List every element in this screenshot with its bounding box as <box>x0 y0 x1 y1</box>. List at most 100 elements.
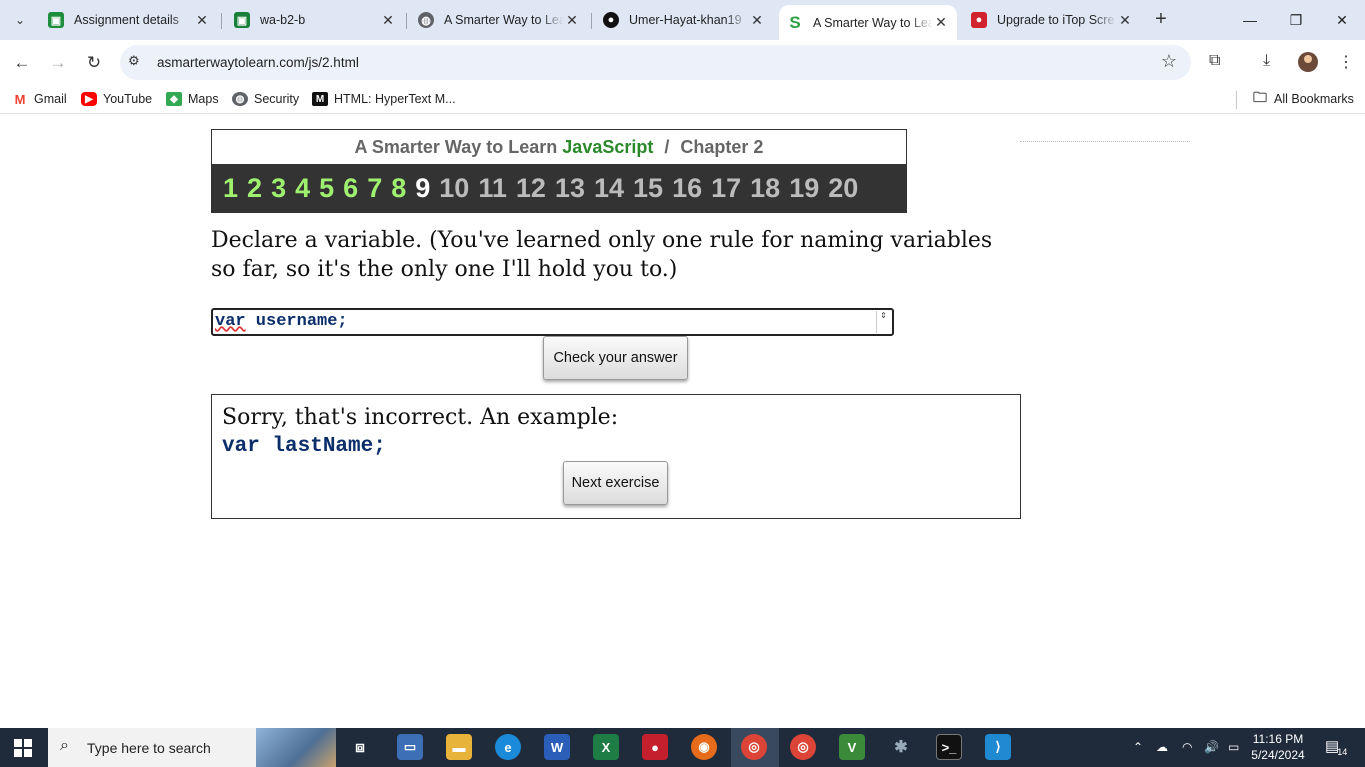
taskbar-search[interactable]: ⌕ Type here to search <box>48 728 336 767</box>
maps-icon: ◆ <box>166 92 182 106</box>
recorder-icon[interactable]: ● <box>642 734 668 760</box>
tray-chevron-icon[interactable]: ⌃ <box>1133 740 1143 754</box>
search-placeholder: Type here to search <box>87 740 211 756</box>
address-bar[interactable]: ⚙ asmarterwaytolearn.com/js/2.html ☆ <box>120 45 1191 80</box>
exercise-link-7[interactable]: 7 <box>367 173 382 204</box>
reload-icon[interactable]: ↻ <box>81 50 107 76</box>
volume-icon[interactable]: 🔊 <box>1204 740 1219 754</box>
exercise-link-4[interactable]: 4 <box>295 173 310 204</box>
minimize-icon[interactable]: — <box>1227 0 1273 40</box>
bookmark-mdn[interactable]: M HTML: HyperText M... <box>312 92 456 106</box>
tab-search-chevron-icon[interactable]: ⌄ <box>7 7 33 33</box>
resize-grip-icon[interactable]: ⇕ <box>876 311 890 333</box>
tab-divider <box>406 13 407 29</box>
windows-start-icon[interactable] <box>14 739 32 757</box>
site-info-icon[interactable]: ⚙ <box>128 53 140 69</box>
answer-textarea[interactable]: var username; ⇕ <box>211 308 894 336</box>
new-tab-button[interactable]: + <box>1150 9 1172 31</box>
chapter-header: A Smarter Way to Learn JavaScript / Chap… <box>211 129 907 213</box>
github-icon: ● <box>603 12 619 28</box>
battery-icon[interactable]: ▭ <box>1228 740 1239 754</box>
exercise-link-17[interactable]: 17 <box>711 173 741 204</box>
url-text[interactable]: asmarterwaytolearn.com/js/2.html <box>157 55 359 70</box>
file-explorer-icon[interactable]: ▭ <box>397 734 423 760</box>
forward-icon[interactable]: → <box>45 50 71 76</box>
tab-github[interactable]: ● Umer-Hayat-khan19 ✕ <box>595 6 773 34</box>
restore-icon[interactable]: ❐ <box>1273 0 1319 40</box>
exercise-link-12[interactable]: 12 <box>516 173 546 204</box>
close-icon[interactable]: ✕ <box>194 12 210 29</box>
chrome-profile-icon[interactable]: ◎ <box>790 734 816 760</box>
tab-smarter-way-1[interactable]: ◍ A Smarter Way to Lea ✕ <box>410 6 588 34</box>
task-view-icon[interactable]: ⧈ <box>347 734 373 760</box>
bookmark-star-icon[interactable]: ☆ <box>1161 51 1177 72</box>
title-prefix: A Smarter Way to Learn <box>354 137 558 157</box>
spider-icon[interactable]: ✱ <box>888 734 914 760</box>
exercise-link-11[interactable]: 11 <box>478 173 507 204</box>
chrome-icon[interactable]: ◎ <box>741 734 767 760</box>
notification-icon[interactable]: ▤14 <box>1325 737 1349 757</box>
exercise-link-18[interactable]: 18 <box>750 173 780 204</box>
next-exercise-button[interactable]: Next exercise <box>563 461 668 505</box>
search-highlight-image <box>256 728 336 767</box>
tab-assignment-details[interactable]: ▣ Assignment details ✕ <box>40 6 218 34</box>
extensions-icon[interactable]: ⧉ <box>1209 52 1220 70</box>
exercise-link-9[interactable]: 9 <box>415 173 430 204</box>
tab-smarter-way-active[interactable]: S A Smarter Way to Lea ✕ <box>779 5 957 40</box>
bookmark-label: HTML: HyperText M... <box>334 92 456 106</box>
close-window-icon[interactable]: ✕ <box>1319 0 1365 40</box>
result-message: Sorry, that's incorrect. An example: <box>222 405 619 430</box>
profile-avatar[interactable] <box>1298 52 1318 72</box>
bookmark-security[interactable]: ◍ Security <box>232 92 299 106</box>
exercise-link-8[interactable]: 8 <box>391 173 406 204</box>
close-icon[interactable]: ✕ <box>564 12 580 29</box>
exercise-link-19[interactable]: 19 <box>789 173 819 204</box>
search-icon: ⌕ <box>60 737 69 754</box>
system-clock[interactable]: 11:16 PM 5/24/2024 <box>1248 731 1308 763</box>
wifi-icon[interactable]: ◠ <box>1182 740 1192 754</box>
tab-wa-b2-b[interactable]: ▣ wa-b2-b ✕ <box>226 6 404 34</box>
answer-value[interactable]: var username; <box>215 312 348 331</box>
globe-icon: ◍ <box>418 12 434 28</box>
classroom-icon: ▣ <box>234 12 250 28</box>
folder-icon[interactable]: ▬ <box>446 734 472 760</box>
exercise-link-2[interactable]: 2 <box>247 173 262 204</box>
title-javascript: JavaScript <box>562 137 654 157</box>
exercise-link-10[interactable]: 10 <box>439 173 469 204</box>
word-icon[interactable]: W <box>544 734 570 760</box>
terminal-icon[interactable]: >_ <box>936 734 962 760</box>
excel-icon[interactable]: X <box>593 734 619 760</box>
download-icon[interactable]: ⤓ <box>1263 52 1270 70</box>
exercise-link-13[interactable]: 13 <box>555 173 585 204</box>
exercise-link-6[interactable]: 6 <box>343 173 358 204</box>
close-icon[interactable]: ✕ <box>933 14 949 31</box>
all-bookmarks[interactable]: 🗀 All Bookmarks <box>1252 89 1354 106</box>
bookmark-divider <box>1236 91 1237 109</box>
bookmarks-bar: M Gmail ▶ YouTube ◆ Maps ◍ Security M HT… <box>0 86 1365 114</box>
close-icon[interactable]: ✕ <box>380 12 396 29</box>
onedrive-icon[interactable]: ☁ <box>1156 740 1168 754</box>
exercise-link-20[interactable]: 20 <box>828 173 858 204</box>
close-icon[interactable]: ✕ <box>749 12 765 29</box>
close-icon[interactable]: ✕ <box>1117 12 1133 29</box>
firefox-icon[interactable]: ◉ <box>691 734 717 760</box>
back-icon[interactable]: ← <box>9 50 35 76</box>
exercise-link-3[interactable]: 3 <box>271 173 286 204</box>
exercise-link-16[interactable]: 16 <box>672 173 702 204</box>
check-answer-button[interactable]: Check your answer <box>543 336 688 380</box>
bookmark-maps[interactable]: ◆ Maps <box>166 92 219 106</box>
exercise-link-15[interactable]: 15 <box>633 173 663 204</box>
vscode-icon[interactable]: ⟩ <box>985 734 1011 760</box>
edge-icon[interactable]: e <box>495 734 521 760</box>
dotted-line <box>1020 141 1190 147</box>
bookmark-gmail[interactable]: M Gmail <box>12 92 67 107</box>
exercise-link-1[interactable]: 1 <box>223 173 238 204</box>
exercise-link-5[interactable]: 5 <box>319 173 334 204</box>
vim-icon[interactable]: V <box>839 734 865 760</box>
tab-itop-screen[interactable]: ● Upgrade to iTop Scre ✕ <box>963 6 1141 34</box>
tab-divider <box>591 13 592 29</box>
youtube-icon: ▶ <box>81 92 97 106</box>
exercise-link-14[interactable]: 14 <box>594 173 624 204</box>
menu-kebab-icon[interactable]: ⋮ <box>1338 52 1354 72</box>
bookmark-youtube[interactable]: ▶ YouTube <box>81 92 152 106</box>
